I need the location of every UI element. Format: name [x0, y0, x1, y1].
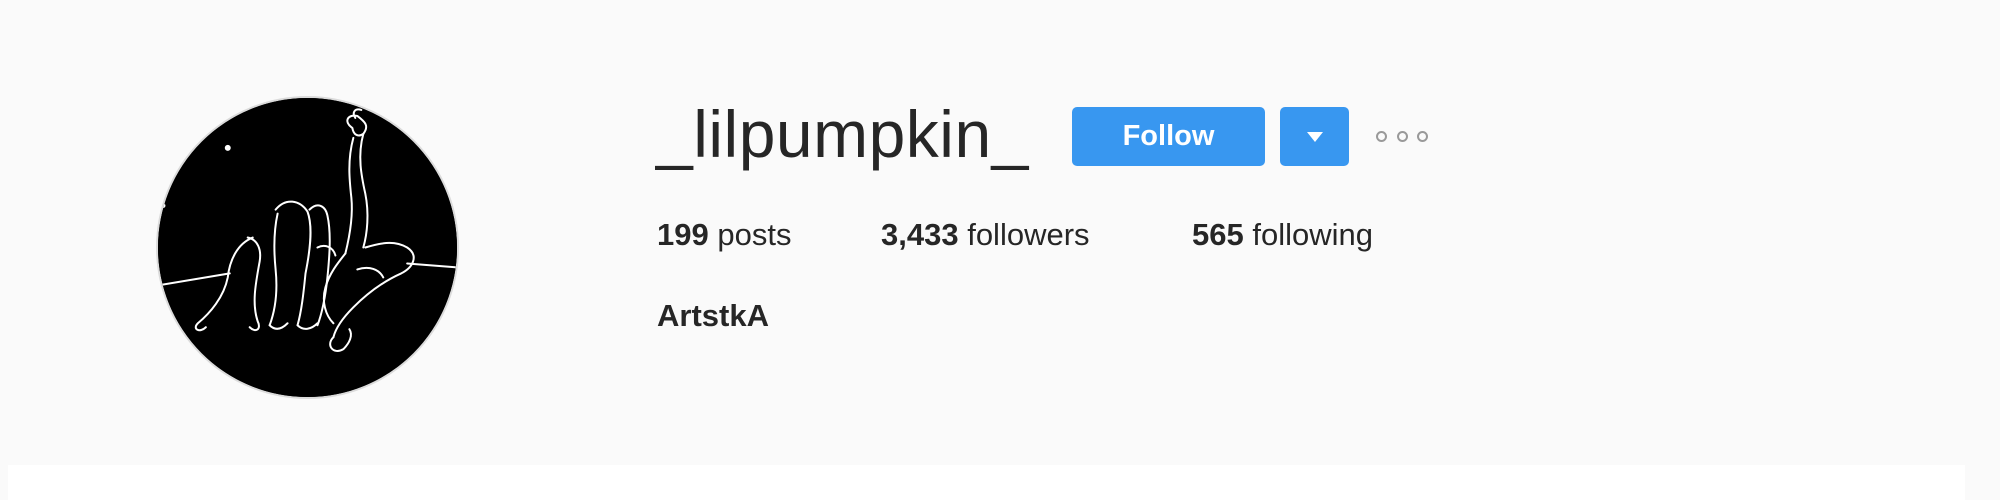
followers-number: 3,433: [881, 217, 959, 252]
profile-header: _lilpumpkin_ Follow 199 posts 3,433 foll…: [0, 0, 2000, 460]
more-options-button[interactable]: [1376, 125, 1428, 147]
posts-count: 199 posts: [657, 213, 791, 257]
profile-avatar[interactable]: [156, 96, 459, 399]
avatar-line-art-image: [158, 98, 457, 397]
following-label: following: [1252, 217, 1373, 252]
followers-label: followers: [967, 217, 1090, 252]
following-link[interactable]: 565 following: [1192, 213, 1373, 257]
following-number: 565: [1192, 217, 1244, 252]
profile-username: _lilpumpkin_: [656, 97, 1029, 171]
caret-down-icon: [1306, 131, 1323, 142]
ellipsis-icon: [1396, 130, 1408, 142]
profile-content-panel: [8, 465, 1965, 500]
profile-full-name: ArtstkA: [657, 298, 769, 333]
posts-number: 199: [657, 217, 709, 252]
suggestions-dropdown-button[interactable]: [1280, 107, 1349, 166]
ellipsis-icon: [1417, 130, 1428, 142]
follow-button[interactable]: Follow: [1072, 107, 1265, 166]
followers-link[interactable]: 3,433 followers: [881, 213, 1090, 257]
ellipsis-icon: [1376, 130, 1387, 142]
posts-label: posts: [717, 217, 792, 252]
